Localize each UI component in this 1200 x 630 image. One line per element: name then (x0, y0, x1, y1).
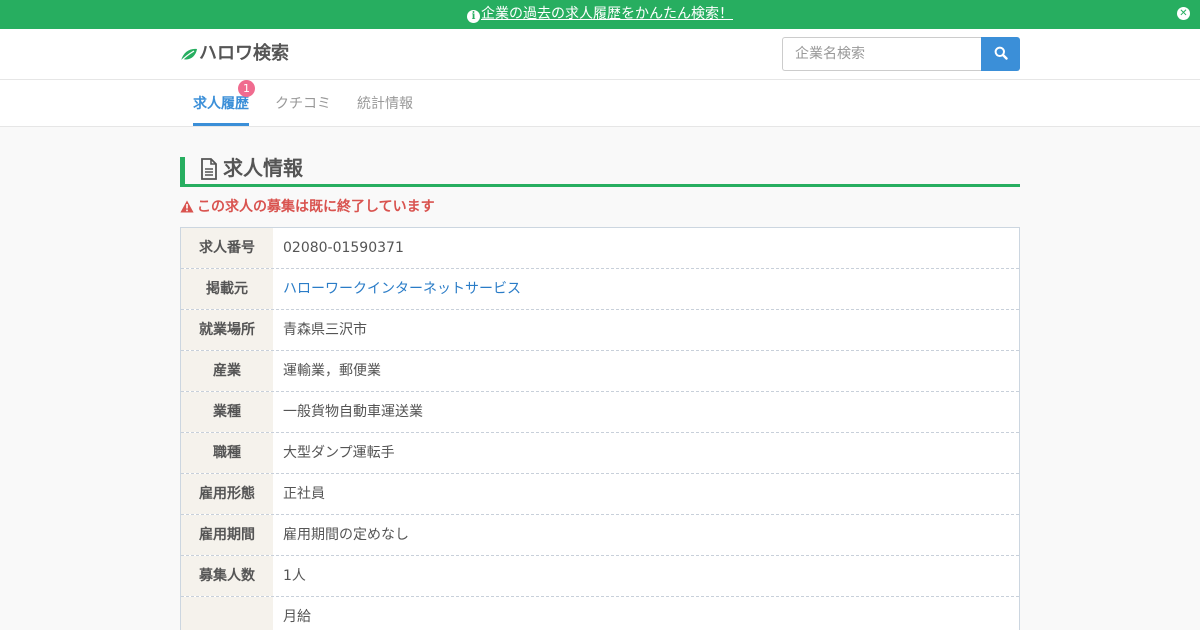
row-value: 02080-01590371 (283, 240, 404, 256)
logo-text: ハロワ検索 (199, 43, 289, 64)
closed-warning: この求人の募集は既に終了しています (180, 198, 435, 218)
table-row: 産業 運輸業，郵便業 (181, 351, 1019, 392)
site-logo[interactable]: ハロワ検索 (180, 42, 289, 69)
nav-tabs: 求人履歴 クチコミ 統計情報 (0, 80, 1200, 127)
row-value: 正社員 (283, 486, 325, 502)
active-tab-indicator (193, 123, 249, 126)
table-row: 雇用形態 正社員 (181, 474, 1019, 515)
row-label: 業種 (181, 392, 273, 432)
table-row: 月給 (181, 597, 1019, 630)
row-label (181, 597, 273, 630)
row-label: 募集人数 (181, 556, 273, 596)
banner-link[interactable]: 企業の過去の求人履歴をかんたん検索！ (481, 6, 733, 22)
row-value: 青森県三沢市 (283, 322, 367, 338)
warning-text: この求人の募集は既に終了しています (197, 199, 435, 215)
job-info-table: 求人番号 02080-01590371 掲載元 ハローワークインターネットサービ… (180, 227, 1020, 630)
top-banner: i 企業の過去の求人履歴をかんたん検索！ ✕ (0, 0, 1200, 29)
row-value: 雇用期間の定めなし (283, 527, 409, 543)
row-label: 求人番号 (181, 228, 273, 268)
row-label: 職種 (181, 433, 273, 473)
page-title: 求人情報 (223, 156, 303, 180)
section-heading: 求人情報 (180, 156, 1020, 187)
table-row: 業種 一般貨物自動車運送業 (181, 392, 1019, 433)
source-link[interactable]: ハローワークインターネットサービス (283, 281, 521, 297)
table-row: 就業場所 青森県三沢市 (181, 310, 1019, 351)
banner-content: i 企業の過去の求人履歴をかんたん検索！ (0, 6, 1200, 23)
tab-reviews[interactable]: クチコミ (275, 95, 331, 113)
leaf-icon (180, 45, 198, 69)
search-button[interactable] (981, 37, 1020, 71)
row-label: 産業 (181, 351, 273, 391)
tab-job-history[interactable]: 求人履歴 (193, 95, 249, 113)
row-label: 雇用期間 (181, 515, 273, 555)
row-value: 一般貨物自動車運送業 (283, 404, 423, 420)
row-label: 雇用形態 (181, 474, 273, 514)
row-value: 大型ダンプ運転手 (283, 445, 395, 461)
row-label: 就業場所 (181, 310, 273, 350)
close-icon[interactable]: ✕ (1177, 7, 1190, 20)
row-value: 運輸業，郵便業 (283, 363, 381, 379)
table-row: 掲載元 ハローワークインターネットサービス (181, 269, 1019, 310)
site-header: ハロワ検索 (0, 29, 1200, 80)
table-row: 求人番号 02080-01590371 (181, 228, 1019, 269)
table-row: 募集人数 1人 (181, 556, 1019, 597)
row-value: 月給 (283, 609, 311, 625)
search-input[interactable] (782, 37, 982, 71)
row-value: ハローワークインターネットサービス (283, 269, 1009, 309)
table-row: 雇用期間 雇用期間の定めなし (181, 515, 1019, 556)
info-circle-icon: i (467, 10, 480, 23)
tab-count-badge: 1 (238, 80, 255, 97)
file-text-icon (200, 158, 218, 184)
row-value: 1人 (283, 568, 306, 584)
tab-statistics[interactable]: 統計情報 (357, 95, 413, 113)
search-icon (994, 46, 1008, 63)
table-row: 職種 大型ダンプ運転手 (181, 433, 1019, 474)
company-search (782, 37, 1020, 71)
warning-triangle-icon (180, 200, 194, 218)
row-label: 掲載元 (181, 269, 273, 309)
